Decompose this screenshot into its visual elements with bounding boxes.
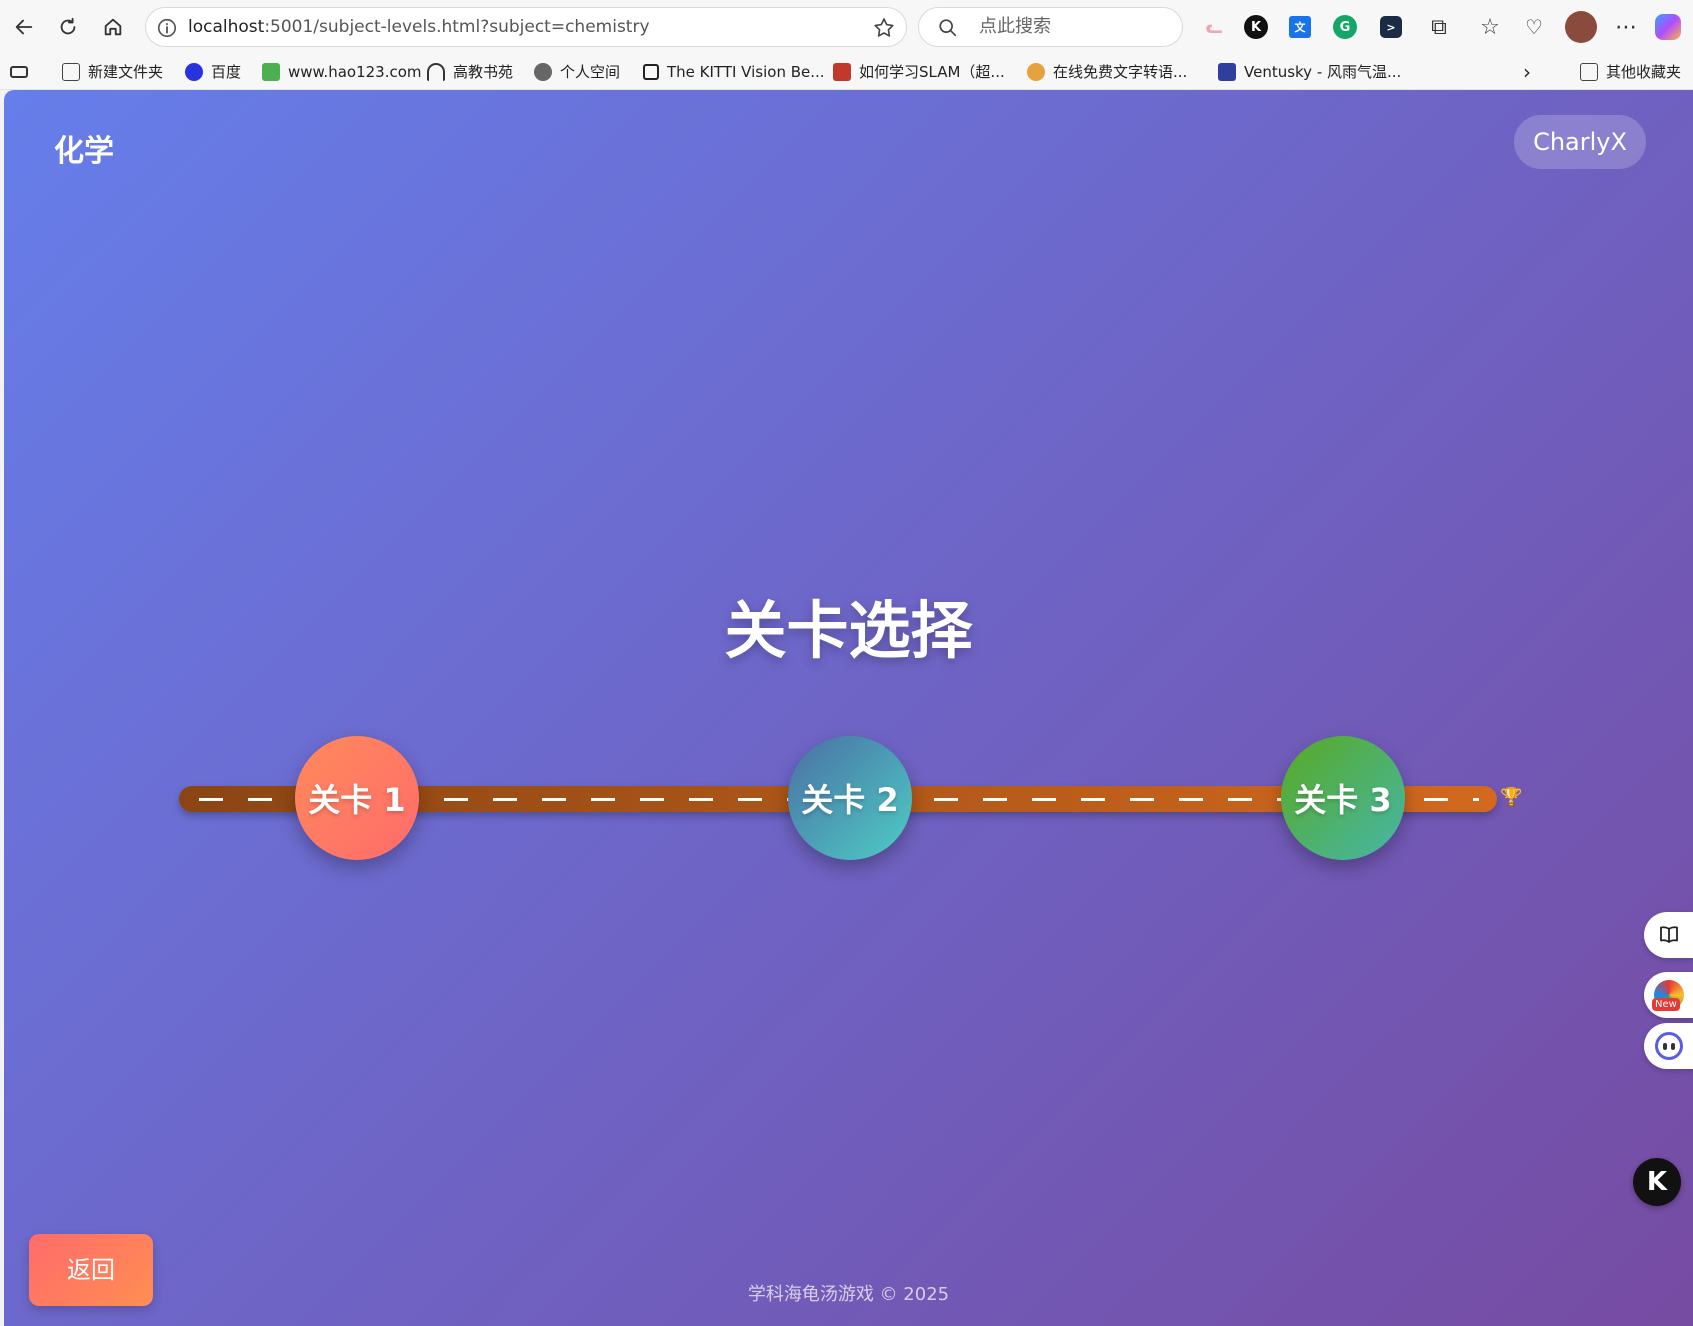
page-icon (643, 64, 659, 80)
bookmark-item[interactable]: 百度 (185, 54, 241, 90)
url-path: :5001/subject-levels.html?subject=chemis… (264, 17, 650, 37)
site-info-icon[interactable] (156, 17, 178, 39)
footer-text: 学科海龟汤游戏 © 2025 (747, 1284, 950, 1305)
bookmark-label: 个人空间 (560, 63, 621, 81)
copilot-icon[interactable] (1655, 14, 1681, 40)
new-feature-icon[interactable]: New (1644, 972, 1693, 1018)
grammarly-extension-icon[interactable]: G (1333, 15, 1357, 39)
bookmark-item[interactable]: 在线免费文字转语... (1027, 54, 1187, 90)
trophy-icon: 🏆 (1500, 787, 1523, 808)
globe-icon (534, 63, 552, 81)
page-title: 关卡选择 (724, 594, 973, 667)
bookmarks-bar: 新建文件夹 百度 www.hao123.com 高教书苑 个人空间 The KI… (0, 54, 1693, 90)
user-badge[interactable]: CharlyX (1514, 115, 1646, 169)
reload-icon[interactable] (50, 9, 86, 45)
hao123-icon (262, 63, 280, 81)
reader-book-icon[interactable] (1644, 912, 1693, 958)
bookmark-item[interactable]: Ventusky - 风雨气温... (1218, 54, 1401, 90)
page-viewport: 化学 CharlyX 关卡选择 🏆 关卡 1 关卡 2 关卡 3 New K 返… (4, 90, 1693, 1326)
more-menu-icon[interactable]: ⋯ (1611, 12, 1641, 42)
folder-icon (1580, 63, 1598, 81)
k-floating-button[interactable]: K (1633, 1158, 1681, 1206)
back-arrow-icon[interactable] (6, 9, 42, 45)
code-extension-icon[interactable]: > (1380, 16, 1402, 38)
k-extension-icon[interactable]: K (1244, 15, 1268, 39)
browser-toolbar: localhost:5001/subject-levels.html?subje… (0, 0, 1693, 54)
bookmark-label: 高教书苑 (453, 63, 514, 81)
cat-extension-icon[interactable]: ᓚ (1199, 12, 1229, 42)
translate-extension-icon[interactable]: 文 (1289, 16, 1311, 38)
bookmark-label: 在线免费文字转语... (1053, 63, 1188, 81)
tts-icon (1027, 63, 1045, 81)
level-1-button[interactable]: 关卡 1 (295, 736, 419, 860)
url-host: localhost (188, 17, 265, 37)
bookmark-label: 如何学习SLAM（超... (859, 63, 1005, 81)
subject-title: 化学 (54, 134, 114, 169)
zhihu-icon (833, 63, 851, 81)
folder-icon (62, 63, 80, 81)
extensions-puzzle-icon[interactable]: ⧉ (1424, 12, 1454, 42)
favorites-list-icon[interactable]: ☆ (1475, 12, 1505, 42)
favorite-star-icon[interactable] (872, 16, 896, 40)
bookmarks-toggle-icon[interactable] (10, 54, 28, 90)
bookmark-item[interactable]: 个人空间 (534, 54, 620, 90)
bookmark-item[interactable]: 高教书苑 (427, 54, 513, 90)
bookmark-item[interactable]: www.hao123.com (262, 54, 422, 90)
bookmark-label: 其他收藏夹 (1606, 63, 1682, 81)
bookmark-label: www.hao123.com (288, 63, 422, 81)
bookmark-item[interactable]: 如何学习SLAM（超... (833, 54, 1005, 90)
bookmark-label: 百度 (211, 63, 242, 81)
ventusky-icon (1218, 63, 1236, 81)
url-text[interactable]: localhost:5001/subject-levels.html?subje… (188, 8, 650, 46)
chevron-right-icon[interactable]: › (1523, 54, 1531, 90)
bookmark-label: 新建文件夹 (88, 63, 164, 81)
search-placeholder: 点此搜索 (979, 16, 1051, 37)
bookmark-item[interactable]: 新建文件夹 (62, 54, 163, 90)
bookmark-item[interactable]: The KITTI Vision Be... (643, 54, 825, 90)
level-2-button[interactable]: 关卡 2 (788, 736, 912, 860)
browser-search-box[interactable]: 点此搜索 (918, 7, 1183, 47)
profile-avatar[interactable] (1565, 11, 1597, 43)
home-icon[interactable] (95, 9, 131, 45)
bookmark-item[interactable]: 其他收藏夹 (1580, 54, 1681, 90)
bookmark-label: The KITTI Vision Be... (667, 63, 825, 81)
assistant-bot-icon[interactable] (1644, 1023, 1693, 1069)
address-bar[interactable]: localhost:5001/subject-levels.html?subje… (145, 7, 907, 47)
bookmark-label: Ventusky - 风雨气温... (1244, 63, 1402, 81)
search-icon (939, 19, 957, 37)
performance-heart-icon[interactable]: ♡ (1519, 12, 1549, 42)
headphones-icon (427, 63, 445, 81)
level-3-button[interactable]: 关卡 3 (1281, 736, 1405, 860)
baidu-icon (185, 63, 203, 81)
new-badge: New (1652, 998, 1680, 1011)
